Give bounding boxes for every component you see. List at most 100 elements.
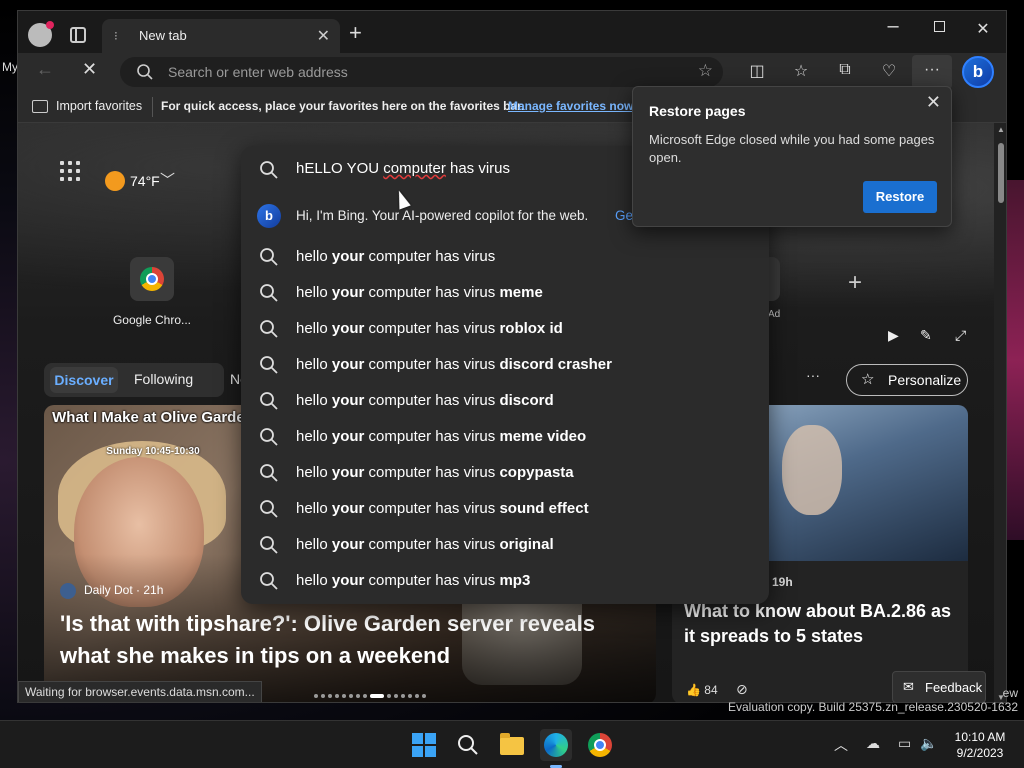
collections-icon[interactable]: ⧉: [834, 61, 856, 83]
desktop-icon-label[interactable]: My: [2, 60, 18, 74]
suggestion-text: hello your computer has virus copypasta: [296, 464, 574, 481]
search-suggestion-item[interactable]: hello your computer has virus: [241, 239, 769, 275]
bing-prompt-text: Hi, I'm Bing. Your AI-powered copilot fo…: [296, 208, 589, 223]
settings-more-button[interactable]: ···: [912, 55, 952, 89]
edge-taskbar-button[interactable]: [540, 729, 572, 761]
card-headline[interactable]: 'Is that with tipshare?': Olive Garden s…: [60, 608, 650, 672]
taskbar-search-button[interactable]: [452, 729, 484, 761]
carousel-pager[interactable]: [314, 687, 429, 698]
search-suggestion-item[interactable]: hello your computer has virus original: [241, 527, 769, 563]
search-suggestion-item[interactable]: hello your computer has virus discord: [241, 383, 769, 419]
favorite-star-icon[interactable]: ☆: [698, 61, 713, 81]
onedrive-icon[interactable]: ☁: [866, 735, 880, 752]
chevron-up-icon[interactable]: ︿: [834, 735, 848, 755]
browser-essentials-icon[interactable]: ♡: [878, 61, 900, 83]
app-launcher-icon[interactable]: [60, 161, 80, 181]
close-icon[interactable]: ✕: [926, 92, 941, 113]
expand-icon[interactable]: ⤢: [955, 327, 966, 344]
bing-copilot-icon[interactable]: b: [962, 56, 994, 88]
scrollbar-thumb[interactable]: [998, 143, 1004, 203]
sparkle-icon: ☆: [861, 371, 875, 388]
edge-icon: [544, 733, 568, 757]
page-scrollbar[interactable]: ▲ ▼: [994, 123, 1006, 702]
search-suggestion-item[interactable]: hello your computer has virus meme: [241, 275, 769, 311]
feedback-icon: ✉: [903, 679, 914, 694]
split-screen-icon[interactable]: ◫: [746, 61, 768, 83]
suggestion-text: hello your computer has virus: [296, 248, 496, 265]
favorites-icon[interactable]: ☆: [790, 61, 812, 83]
manage-favorites-link[interactable]: Manage favorites now: [508, 99, 633, 113]
card-headline[interactable]: What to know about BA.2.86 as it spreads…: [684, 599, 964, 649]
restore-popup-title: Restore pages: [649, 103, 746, 119]
quick-link-ad-label: Ad: [768, 309, 781, 320]
search-query-text: hELLO YOU computer has virus: [296, 160, 511, 177]
restore-pages-popup: Restore pages ✕ Microsoft Edge closed wh…: [632, 86, 952, 227]
card-image-subcaption: Sunday 10:45-10:30: [106, 446, 200, 457]
favorites-bar-message: For quick access, place your favorites h…: [161, 99, 525, 113]
chevron-down-icon[interactable]: ﹀: [160, 169, 175, 190]
search-suggestion-item[interactable]: hello your computer has virus sound effe…: [241, 491, 769, 527]
chrome-icon: [140, 267, 164, 291]
search-suggestion-item[interactable]: hello your computer has virus meme video: [241, 419, 769, 455]
back-button[interactable]: ←: [36, 59, 54, 80]
hide-story-icon[interactable]: ⊘: [736, 681, 748, 698]
tab-new-tab[interactable]: ⁝ New tab ✕: [102, 19, 340, 53]
search-icon: [260, 500, 278, 518]
clock-time: 10:10 AM: [954, 730, 1006, 744]
feed-more-icon[interactable]: ···: [806, 367, 820, 383]
edit-background-icon[interactable]: ✎: [920, 327, 932, 344]
play-icon[interactable]: ▶: [888, 327, 899, 344]
tab-actions-icon[interactable]: [70, 27, 86, 43]
tab-close-icon[interactable]: ✕: [317, 26, 330, 46]
suggestion-text: hello your computer has virus meme video: [296, 428, 587, 445]
system-clock[interactable]: 10:10 AM 9/2/2023: [946, 729, 1014, 761]
like-count-value: 84: [704, 683, 718, 697]
feedback-label: Feedback: [925, 680, 983, 695]
chrome-taskbar-button[interactable]: [584, 729, 616, 761]
weather-temperature[interactable]: 74°F: [130, 173, 160, 189]
scroll-up-arrow-icon[interactable]: ▲: [997, 125, 1005, 134]
maximize-button[interactable]: [916, 19, 962, 37]
start-button[interactable]: [408, 729, 440, 761]
profile-avatar[interactable]: [28, 21, 54, 47]
feed-tabs: Discover Following: [44, 363, 224, 397]
file-explorer-button[interactable]: [496, 729, 528, 761]
search-suggestion-item[interactable]: hello your computer has virus copypasta: [241, 455, 769, 491]
search-icon: [137, 64, 153, 80]
minimize-button[interactable]: –: [870, 15, 916, 38]
feedback-button[interactable]: ✉ Feedback: [892, 671, 986, 702]
search-icon: [458, 735, 478, 755]
weather-sun-icon[interactable]: [105, 171, 125, 191]
suggestion-text: hello your computer has virus meme: [296, 284, 543, 301]
add-quick-link-button[interactable]: +: [848, 269, 862, 297]
maximize-icon: [933, 21, 945, 32]
title-bar: ⁝ New tab ✕ + – ✕: [18, 11, 1006, 53]
search-suggestion-item[interactable]: hello your computer has virus mp3: [241, 563, 769, 599]
search-icon: [260, 464, 278, 482]
search-suggestion-item[interactable]: hello your computer has virus roblox id: [241, 311, 769, 347]
restore-button[interactable]: Restore: [863, 181, 937, 213]
restore-popup-message: Microsoft Edge closed while you had some…: [649, 132, 935, 165]
bing-go-link[interactable]: Ge: [615, 208, 633, 223]
card-source[interactable]: Daily Dot · 21h: [84, 583, 163, 597]
address-bar[interactable]: Search or enter web address ☆: [120, 57, 723, 87]
new-tab-button[interactable]: +: [349, 21, 362, 45]
chrome-icon: [588, 733, 612, 757]
close-window-button[interactable]: ✕: [960, 19, 1006, 39]
stop-loading-button[interactable]: ✕: [82, 59, 97, 80]
tab-following[interactable]: Following: [134, 371, 193, 387]
search-suggestion-item[interactable]: hello your computer has virus discord cr…: [241, 347, 769, 383]
card-image-person: [782, 425, 842, 515]
folder-icon: [500, 733, 524, 755]
volume-icon[interactable]: 🔈: [920, 735, 937, 752]
personalize-button[interactable]: ☆ Personalize: [846, 364, 968, 396]
import-favorites-button[interactable]: Import favorites: [56, 99, 142, 113]
tab-discover[interactable]: Discover: [50, 367, 118, 393]
suggestion-text: hello your computer has virus roblox id: [296, 320, 563, 337]
network-icon[interactable]: ▭: [898, 735, 911, 752]
address-placeholder: Search or enter web address: [168, 64, 348, 80]
like-count[interactable]: 👍 84: [686, 683, 718, 697]
quick-link-google-chrome[interactable]: Google Chro...: [102, 257, 202, 327]
search-icon: [260, 536, 278, 554]
favorites-divider: [152, 97, 153, 117]
